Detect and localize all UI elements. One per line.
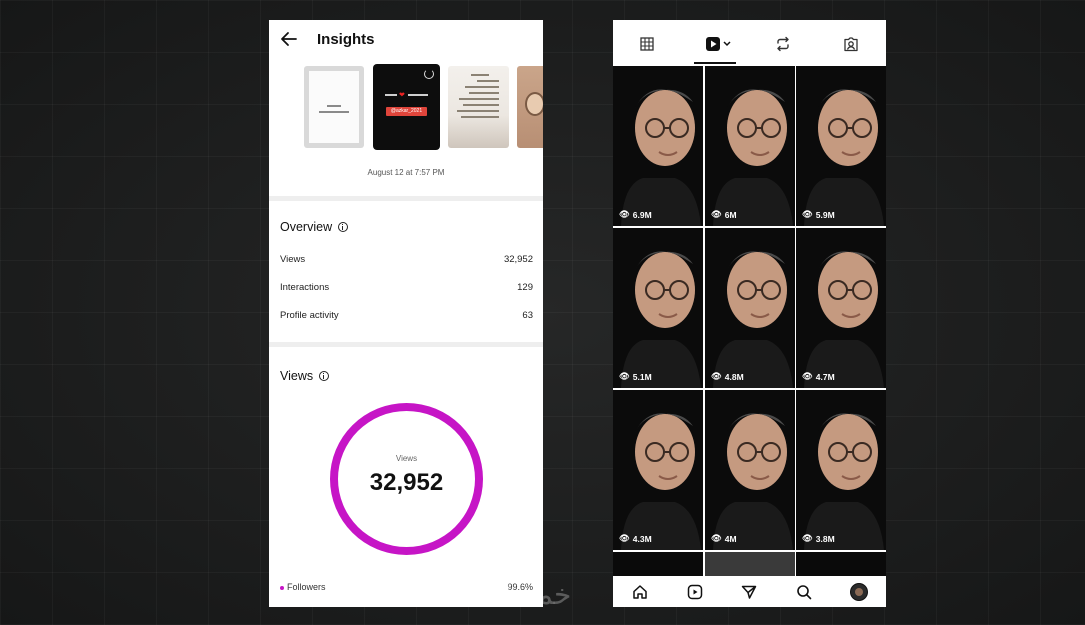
- info-icon[interactable]: [338, 222, 349, 232]
- reel-thumbnail[interactable]: [796, 552, 886, 576]
- view-count: 👁 5.9M: [802, 209, 835, 220]
- bottom-navigation: [613, 576, 886, 607]
- back-arrow-icon[interactable]: [279, 29, 299, 49]
- reel-thumbnail[interactable]: 👁 5.9M: [796, 66, 886, 226]
- stat-row-interactions: Interactions 129: [280, 282, 533, 293]
- info-icon[interactable]: [319, 371, 330, 381]
- post-thumbnail-4[interactable]: [517, 66, 543, 148]
- watermark: خمسات: [478, 578, 572, 611]
- view-count: 👁 4.3M: [619, 533, 652, 544]
- portrait-image: [796, 228, 886, 388]
- portrait-image: [705, 228, 795, 388]
- grid-icon[interactable]: [634, 33, 660, 55]
- eye-icon: 👁: [619, 371, 630, 381]
- stat-value: 32,952: [503, 254, 533, 265]
- stat-label: Profile activity: [280, 310, 339, 321]
- reel-thumbnail[interactable]: 👁 4M: [705, 390, 795, 550]
- section-divider: [269, 196, 543, 201]
- view-count: 👁 6.9M: [619, 209, 652, 220]
- profile-tabs: [613, 20, 886, 66]
- profile-avatar[interactable]: [849, 582, 869, 602]
- followers-label: Followers: [287, 582, 326, 592]
- portrait-illustration: [525, 92, 543, 116]
- reel-thumbnail[interactable]: 👁 5.1M: [613, 228, 703, 388]
- post-thumbnail-2-selected[interactable]: ❤ @azkar_2021: [373, 64, 440, 150]
- profile-reels-screen: 👁 6.9M 👁 6M 👁 5.9M 👁 5.1M 👁 4.8M 👁 4.7M 👁 4.3M: [613, 20, 886, 607]
- post-tag: @azkar_2021: [386, 107, 427, 116]
- portrait-image: [613, 390, 703, 550]
- eye-icon: 👁: [802, 371, 813, 381]
- views-title: Views: [280, 369, 314, 383]
- reels-grid: 👁 6.9M 👁 6M 👁 5.9M 👁 5.1M 👁 4.8M 👁 4.7M 👁 4.3M: [613, 66, 886, 576]
- post-date: August 12 at 7:57 PM: [367, 168, 445, 177]
- stat-row-views: Views 32,952: [280, 254, 533, 265]
- stat-row-profile-activity: Profile activity 63: [280, 310, 533, 321]
- section-divider: [269, 342, 543, 347]
- reel-thumbnail[interactable]: [705, 552, 795, 576]
- reel-thumbnail[interactable]: [613, 552, 703, 576]
- portrait-image: [613, 228, 703, 388]
- reel-thumbnail[interactable]: 👁 6.9M: [613, 66, 703, 226]
- insights-header: Insights: [269, 20, 543, 60]
- post-thumbnails: ❤ @azkar_2021: [269, 64, 543, 156]
- eye-icon: 👁: [711, 371, 722, 381]
- ring-value: 32,952: [369, 469, 444, 496]
- followers-legend-dot: [280, 585, 284, 590]
- home-icon[interactable]: [630, 582, 650, 602]
- view-count: 👁 6M: [711, 209, 737, 220]
- page-title: Insights: [317, 31, 375, 48]
- active-tab-indicator: [694, 62, 736, 64]
- reel-thumbnail[interactable]: 👁 3.8M: [796, 390, 886, 550]
- views-heading: Views: [280, 369, 330, 383]
- eye-icon: 👁: [802, 209, 813, 219]
- stat-value: 63: [522, 310, 533, 321]
- stat-value: 129: [517, 282, 533, 293]
- reel-thumbnail[interactable]: 👁 4.3M: [613, 390, 703, 550]
- portrait-image: [796, 390, 886, 550]
- eye-icon: 👁: [619, 533, 630, 543]
- eye-icon: 👁: [711, 533, 722, 543]
- view-count: 👁 4.7M: [802, 371, 835, 382]
- stat-label: Interactions: [280, 282, 330, 293]
- ring-label: Views: [395, 454, 418, 463]
- reels-nav-icon[interactable]: [685, 582, 705, 602]
- eye-icon: 👁: [619, 209, 630, 219]
- views-ring-chart: Views 32,952: [330, 403, 483, 555]
- loading-icon: [424, 69, 434, 79]
- portrait-image: [705, 66, 795, 226]
- view-count: 👁 5.1M: [619, 371, 652, 382]
- overview-title: Overview: [280, 220, 333, 234]
- portrait-image: [705, 390, 795, 550]
- reel-thumbnail[interactable]: 👁 6M: [705, 66, 795, 226]
- view-count: 👁 4M: [711, 533, 737, 544]
- eye-icon: 👁: [802, 533, 813, 543]
- post-thumbnail-1[interactable]: [304, 66, 364, 148]
- stat-label: Views: [280, 254, 306, 265]
- heart-icon: ❤: [399, 92, 405, 99]
- reels-icon[interactable]: [702, 33, 738, 55]
- post-thumbnail-3[interactable]: [448, 66, 509, 148]
- portrait-image: [613, 66, 703, 226]
- reel-thumbnail[interactable]: 👁 4.8M: [705, 228, 795, 388]
- view-count: 👁 4.8M: [711, 371, 744, 382]
- avatar: [850, 583, 868, 601]
- portrait-image: [796, 66, 886, 226]
- view-count: 👁 3.8M: [802, 533, 835, 544]
- tagged-icon[interactable]: [838, 33, 864, 55]
- eye-icon: 👁: [711, 209, 722, 219]
- reel-thumbnail[interactable]: 👁 4.7M: [796, 228, 886, 388]
- overview-heading: Overview: [280, 220, 349, 234]
- insights-screen: Insights ❤ @azkar_2021 August 12 at 7:57…: [269, 20, 543, 607]
- reposts-icon[interactable]: [770, 33, 796, 55]
- send-icon[interactable]: [739, 582, 759, 602]
- search-icon[interactable]: [794, 582, 814, 602]
